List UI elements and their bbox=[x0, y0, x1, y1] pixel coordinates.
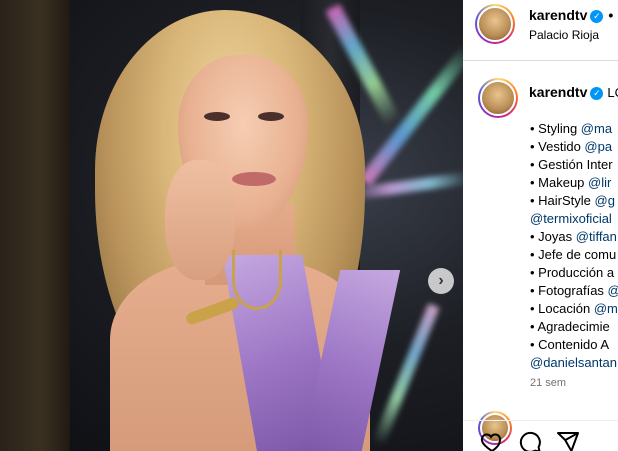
caption-line: • Vestido @pa bbox=[530, 138, 618, 156]
post-header-username[interactable]: karendtv ✓ • bbox=[529, 7, 613, 23]
background-wall bbox=[0, 0, 70, 451]
caption-line: • Contenido A bbox=[530, 336, 618, 354]
portrait-eye bbox=[204, 112, 230, 121]
next-media-button[interactable]: › bbox=[428, 268, 454, 294]
caption-line-text: • HairStyle bbox=[530, 193, 595, 208]
mention-link[interactable]: @g bbox=[595, 193, 615, 208]
caption-line-text: • Producción a bbox=[530, 265, 615, 280]
mention-link[interactable]: @lir bbox=[588, 175, 611, 190]
chevron-right-icon: › bbox=[438, 272, 444, 289]
caption-line: @termixoficial bbox=[530, 210, 618, 228]
mention-link[interactable]: @termixoficial bbox=[530, 211, 612, 226]
header-divider bbox=[463, 60, 618, 61]
caption-line: • Producción a bbox=[530, 264, 618, 282]
caption-line-text: • Locación bbox=[530, 301, 594, 316]
caption-line-text: • Joyas bbox=[530, 229, 576, 244]
caption-line-text: • Contenido A bbox=[530, 337, 609, 352]
caption-line: • Jefe de comu bbox=[530, 246, 618, 264]
caption-line-text: • Makeup bbox=[530, 175, 589, 190]
caption-line-text: • Vestido bbox=[530, 139, 585, 154]
portrait-hand bbox=[165, 160, 235, 280]
caption-line-text: • Agradecimie bbox=[530, 319, 610, 334]
username-link[interactable]: karendtv bbox=[529, 84, 587, 100]
caption-line: • Joyas @tiffan bbox=[530, 228, 618, 246]
portrait-lips bbox=[232, 172, 276, 186]
caption-line: • Makeup @lir bbox=[530, 174, 618, 192]
actions-divider bbox=[463, 420, 618, 421]
caption-line-text: • Gestión Inter bbox=[530, 157, 613, 172]
verified-badge-icon: ✓ bbox=[590, 87, 604, 100]
caption-username[interactable]: karendtv✓LO bbox=[529, 84, 618, 100]
post-media[interactable]: › bbox=[0, 0, 463, 451]
comment-icon[interactable] bbox=[518, 430, 542, 451]
caption-line-text: • Fotografías bbox=[530, 283, 608, 298]
caption-line: • Locación @m bbox=[530, 300, 618, 318]
separator-dot: • bbox=[608, 7, 614, 23]
portrait-necklace bbox=[232, 250, 282, 310]
caption-line: • Fotografías @ bbox=[530, 282, 618, 300]
caption-line-text: • Jefe de comu bbox=[530, 247, 617, 262]
mention-link[interactable]: @ma bbox=[581, 121, 612, 136]
verified-badge-icon: ✓ bbox=[590, 10, 604, 23]
caption-line: • Agradecimie bbox=[530, 318, 618, 336]
action-bar bbox=[480, 430, 580, 451]
post-side-panel: karendtv✓• Palacio Rioja karendtv✓LO • S… bbox=[463, 0, 618, 451]
caption-line-text: • Styling bbox=[530, 121, 581, 136]
caption-line: • Gestión Inter bbox=[530, 156, 618, 174]
heart-icon[interactable] bbox=[480, 430, 504, 451]
light-flare bbox=[359, 43, 463, 187]
mention-link[interactable]: @pa bbox=[584, 139, 612, 154]
username-link[interactable]: karendtv bbox=[529, 7, 587, 23]
caption-body: • Styling @ma • Vestido @pa • Gestión Inte… bbox=[530, 120, 618, 372]
mention-link[interactable]: @tiffan bbox=[576, 229, 617, 244]
mention-link[interactable]: @danielsantan bbox=[530, 355, 617, 370]
send-icon[interactable] bbox=[556, 430, 580, 451]
caption-line: • HairStyle @g bbox=[530, 192, 618, 210]
caption-text: LO bbox=[607, 85, 618, 100]
portrait-eye bbox=[258, 112, 284, 121]
avatar[interactable] bbox=[475, 4, 515, 44]
avatar[interactable] bbox=[478, 78, 518, 118]
caption-line: • Styling @ma bbox=[530, 120, 618, 138]
location-link[interactable]: Palacio Rioja bbox=[529, 28, 599, 42]
post-timestamp[interactable]: 21 sem bbox=[530, 377, 566, 389]
caption-line: @danielsantan bbox=[530, 354, 618, 372]
mention-link[interactable]: @m bbox=[594, 301, 618, 316]
mention-link[interactable]: @ bbox=[608, 283, 618, 298]
